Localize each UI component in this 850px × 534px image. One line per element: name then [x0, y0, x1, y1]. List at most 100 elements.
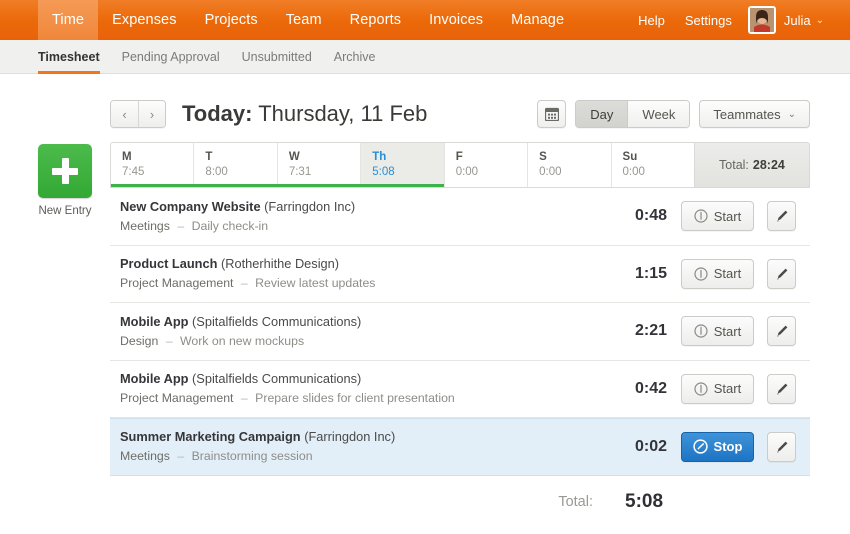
- entry-title: Product Launch (Rotherhithe Design): [120, 255, 605, 273]
- entry-project: Product Launch: [120, 256, 217, 271]
- entry-separator: –: [237, 391, 252, 405]
- entry-info: Summer Marketing Campaign (Farringdon In…: [120, 428, 605, 465]
- user-menu[interactable]: Julia ⌄: [748, 6, 824, 34]
- tab-pending-approval[interactable]: Pending Approval: [111, 40, 231, 73]
- tab-label: Pending Approval: [122, 50, 220, 64]
- week-day-value: 0:00: [456, 165, 527, 180]
- pencil-icon: [775, 440, 789, 454]
- date-stepper: ‹ ›: [110, 100, 166, 128]
- previous-day-button[interactable]: ‹: [111, 101, 138, 127]
- teammates-dropdown[interactable]: Teammates ⌄: [699, 100, 810, 128]
- timer-button-label: Start: [714, 381, 741, 396]
- entry-duration: 1:15: [605, 265, 667, 283]
- sub-navigation-bar: Timesheet Pending Approval Unsubmitted A…: [0, 40, 850, 74]
- page-title-prefix: Today:: [182, 101, 252, 126]
- nav-item-time[interactable]: Time: [38, 0, 98, 40]
- start-timer-button[interactable]: Start: [681, 259, 754, 289]
- entry-task: Meetings: [120, 449, 170, 463]
- settings-link[interactable]: Settings: [675, 13, 742, 28]
- entry-info: New Company Website (Farringdon Inc) Mee…: [120, 198, 605, 235]
- teammates-label: Teammates: [713, 107, 780, 122]
- new-entry-button[interactable]: [38, 144, 92, 198]
- edit-entry-button[interactable]: [767, 201, 796, 231]
- chevron-down-icon: ⌄: [816, 15, 824, 26]
- tab-timesheet[interactable]: Timesheet: [38, 40, 111, 73]
- week-day-value: 0:00: [623, 165, 694, 180]
- entry-subtitle: Meetings – Daily check-in: [120, 217, 605, 235]
- help-link[interactable]: Help: [628, 13, 675, 28]
- user-avatar-photo: [750, 8, 774, 32]
- clock-icon: [694, 382, 708, 396]
- nav-item-reports[interactable]: Reports: [336, 0, 415, 40]
- timesheet-row[interactable]: New Company Website (Farringdon Inc) Mee…: [110, 188, 810, 246]
- timesheet-row[interactable]: Product Launch (Rotherhithe Design) Proj…: [110, 246, 810, 304]
- nav-item-invoices[interactable]: Invoices: [415, 0, 497, 40]
- edit-entry-button[interactable]: [767, 316, 796, 346]
- entry-note: Review latest updates: [255, 276, 375, 290]
- stop-timer-button[interactable]: Stop: [681, 432, 754, 462]
- entry-title: Mobile App (Spitalfields Communications): [120, 370, 605, 388]
- week-day-strip: M 7:45 T 8:00 W 7:31 Th 5:08 F 0:00: [110, 142, 810, 188]
- start-timer-button[interactable]: Start: [681, 374, 754, 404]
- entry-client: (Spitalfields Communications): [192, 314, 361, 329]
- page-title-date: Thursday, 11 Feb: [258, 101, 427, 126]
- nav-item-expenses[interactable]: Expenses: [98, 0, 190, 40]
- timesheet-row[interactable]: Mobile App (Spitalfields Communications)…: [110, 361, 810, 419]
- week-day-wednesday[interactable]: W 7:31: [277, 143, 360, 187]
- calendar-picker-button[interactable]: [537, 100, 566, 128]
- edit-entry-button[interactable]: [767, 432, 796, 462]
- week-day-name: M: [122, 150, 193, 165]
- entry-separator: –: [173, 219, 188, 233]
- week-day-friday[interactable]: F 0:00: [444, 143, 527, 187]
- entry-project: Summer Marketing Campaign: [120, 429, 301, 444]
- entry-subtitle: Project Management – Prepare slides for …: [120, 389, 605, 407]
- view-mode-day[interactable]: Day: [576, 101, 627, 127]
- view-mode-toggle: Day Week: [575, 100, 690, 128]
- entry-duration: 0:48: [605, 207, 667, 225]
- week-day-sunday[interactable]: Su 0:00: [611, 143, 694, 187]
- week-day-value: 7:31: [289, 165, 360, 180]
- nav-item-manage[interactable]: Manage: [497, 0, 578, 40]
- start-timer-button[interactable]: Start: [681, 201, 754, 231]
- week-day-name: S: [539, 150, 610, 165]
- entry-note: Prepare slides for client presentation: [255, 391, 455, 405]
- next-day-button[interactable]: ›: [138, 101, 165, 127]
- nav-item-team[interactable]: Team: [272, 0, 336, 40]
- week-day-thursday[interactable]: Th 5:08: [360, 143, 443, 187]
- tab-unsubmitted[interactable]: Unsubmitted: [231, 40, 323, 73]
- entry-client: (Rotherhithe Design): [221, 256, 339, 271]
- view-mode-week[interactable]: Week: [627, 101, 689, 127]
- pencil-icon: [775, 267, 789, 281]
- week-day-value: 5:08: [372, 165, 443, 180]
- user-name-label: Julia: [784, 13, 811, 28]
- week-total-cell: Total: 28:24: [694, 143, 809, 187]
- timesheet-row[interactable]: Mobile App (Spitalfields Communications)…: [110, 303, 810, 361]
- week-day-saturday[interactable]: S 0:00: [527, 143, 610, 187]
- entry-note: Work on new mockups: [180, 334, 304, 348]
- entry-note: Daily check-in: [192, 219, 269, 233]
- entry-client: (Farringdon Inc): [264, 199, 355, 214]
- week-total-label: Total:: [719, 158, 749, 172]
- entry-info: Mobile App (Spitalfields Communications)…: [120, 313, 605, 350]
- entry-subtitle: Design – Work on new mockups: [120, 332, 605, 350]
- tab-archive[interactable]: Archive: [323, 40, 387, 73]
- start-timer-button[interactable]: Start: [681, 316, 754, 346]
- entry-task: Design: [120, 334, 158, 348]
- week-day-value: 7:45: [122, 165, 193, 180]
- nav-item-label: Projects: [205, 12, 258, 28]
- timesheet-row-active[interactable]: Summer Marketing Campaign (Farringdon In…: [110, 418, 810, 476]
- day-total-value: 5:08: [619, 491, 681, 513]
- week-day-monday[interactable]: M 7:45: [111, 143, 193, 187]
- nav-item-label: Time: [52, 12, 84, 28]
- week-day-tuesday[interactable]: T 8:00: [193, 143, 276, 187]
- entry-subtitle: Meetings – Brainstorming session: [120, 447, 605, 465]
- entry-task: Meetings: [120, 219, 170, 233]
- edit-entry-button[interactable]: [767, 374, 796, 404]
- entry-duration: 2:21: [605, 322, 667, 340]
- entry-separator: –: [237, 276, 252, 290]
- tab-label: Timesheet: [38, 50, 100, 64]
- edit-entry-button[interactable]: [767, 259, 796, 289]
- week-total-value: 28:24: [753, 158, 785, 172]
- nav-item-projects[interactable]: Projects: [191, 0, 272, 40]
- timesheet-panel: M 7:45 T 8:00 W 7:31 Th 5:08 F 0:00: [110, 142, 810, 528]
